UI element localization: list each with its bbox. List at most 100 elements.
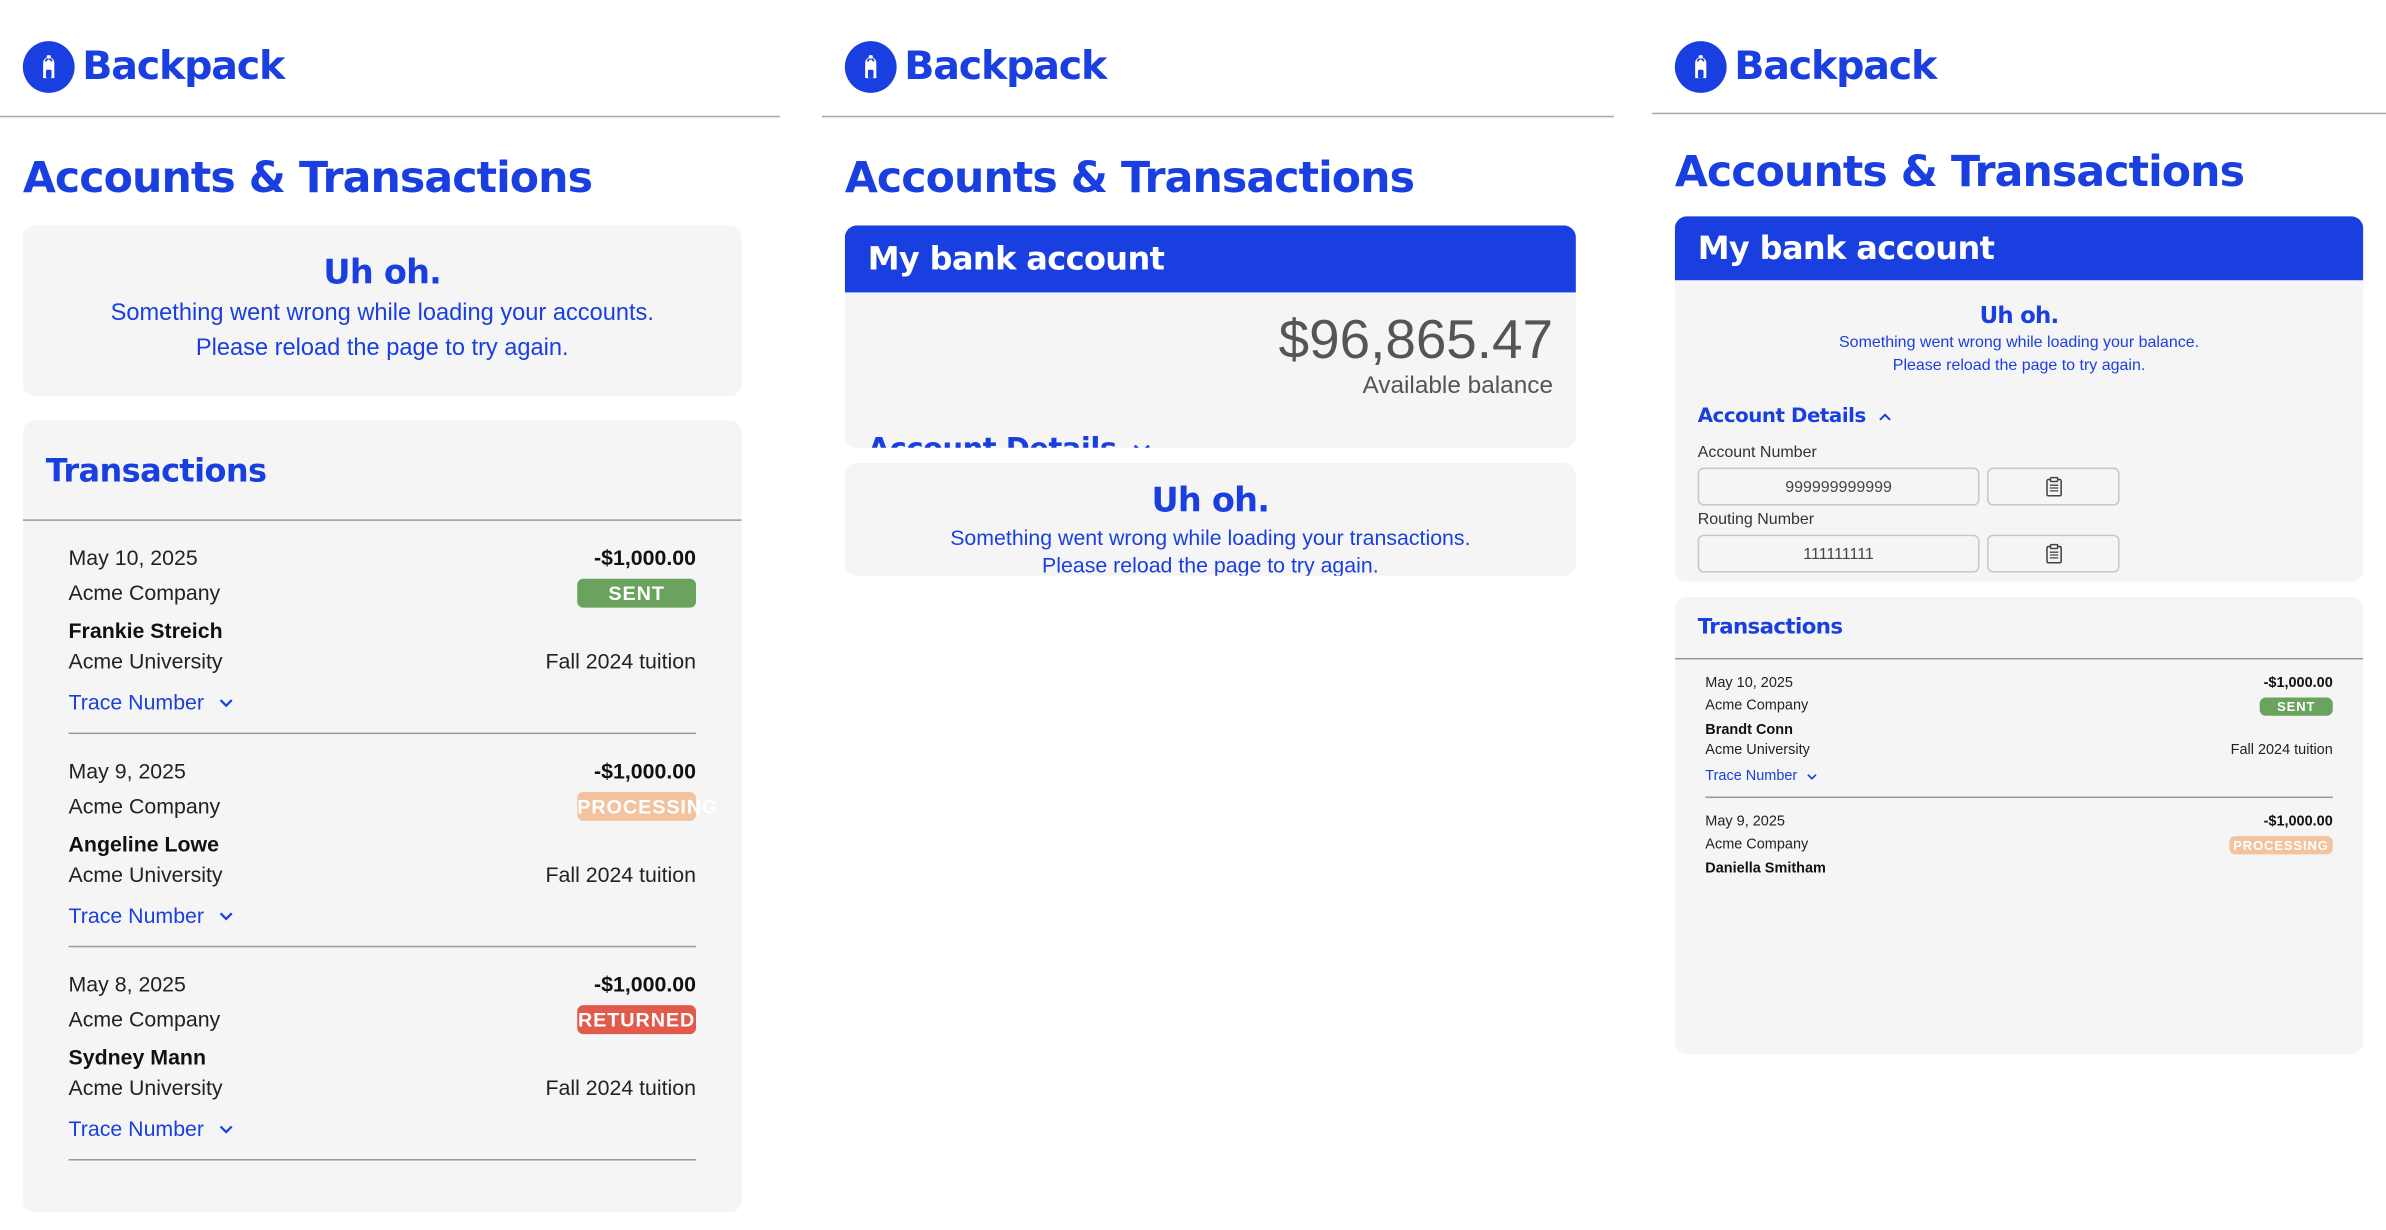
transactions-error-card: Uh oh. Something went wrong while loadin… — [844, 462, 1576, 576]
trace-number-label: Trace Number — [68, 903, 205, 928]
brand-logo[interactable]: Backpack — [844, 41, 1107, 93]
recipient-school: Acme University — [1705, 741, 1810, 759]
backpack-icon — [844, 41, 897, 93]
account-number-field[interactable]: 999999999999 — [1697, 467, 1980, 506]
clipboard-icon — [2045, 476, 2062, 497]
backpack-icon — [1674, 41, 1727, 93]
brand-logo[interactable]: Backpack — [22, 41, 285, 93]
trace-number-toggle[interactable]: Trace Number — [69, 1113, 696, 1143]
account-number-row: 999999999999 — [1675, 467, 2363, 506]
recipient-name: Brandt Conn — [1705, 721, 1793, 739]
status-badge: SENT — [577, 577, 697, 607]
account-details-label: Account Details — [868, 433, 1117, 448]
transactions-card: Transactions May 10, 2025 -$1,000.00 Acme… — [1674, 597, 2364, 1054]
chevron-down-icon — [219, 1124, 233, 1133]
status-badge: PROCESSING — [577, 791, 717, 821]
transaction-company: Acme Company — [1705, 836, 1809, 853]
panel-balance-error: Backpack Accounts & Transactions My bank… — [1652, 0, 2386, 1230]
trace-number-toggle[interactable]: Trace Number — [1705, 766, 2332, 786]
routing-number-label: Routing Number — [1697, 510, 1815, 529]
recipient-name: Frankie Streich — [68, 618, 223, 643]
panel-accounts-error: Backpack Accounts & Transactions Uh oh. … — [0, 0, 780, 1230]
transaction-date: May 10, 2025 — [68, 545, 198, 570]
transactions-list: May 10, 2025 -$1,000.00 Acme Company SENT … — [1675, 659, 2363, 889]
recipient-name: Daniella Smitham — [1705, 860, 1826, 878]
chevron-down-icon — [1807, 773, 1818, 780]
transaction-row: May 10, 2025 -$1,000.00 Acme Company SENT … — [1705, 659, 2333, 799]
transaction-company: Acme Company — [1705, 697, 1809, 715]
chevron-down-icon — [1134, 444, 1151, 448]
app-header: Backpack — [822, 0, 1614, 118]
transaction-row: May 10, 2025 -$1,000.00 Acme Company SENT … — [68, 521, 697, 735]
copy-account-number-button[interactable] — [1987, 467, 2120, 506]
error-title: Uh oh. — [323, 254, 442, 293]
routing-number-row: 111111111 — [1675, 534, 2363, 573]
trace-number-toggle[interactable]: Trace Number — [69, 900, 696, 930]
brand-name: Backpack — [1734, 44, 1937, 90]
transaction-date: May 10, 2025 — [1705, 674, 1793, 692]
transaction-memo: Fall 2024 tuition — [545, 862, 697, 887]
recipient-school: Acme University — [68, 1075, 223, 1100]
balance-block: $96,865.47 Available balance — [845, 292, 1576, 402]
transactions-card: Transactions May 10, 2025 -$1,000.00 Acme… — [22, 420, 742, 1213]
status-badge: SENT — [2259, 696, 2333, 716]
transaction-date: May 9, 2025 — [68, 758, 186, 783]
error-message: Something went wrong while loading your … — [950, 525, 1471, 550]
chevron-up-icon — [1879, 412, 1892, 420]
recipient-name: Sydney Mann — [68, 1044, 206, 1070]
panel-transactions-error: Backpack Accounts & Transactions My bank… — [822, 0, 1614, 1230]
recipient-school: Acme University — [68, 862, 223, 887]
transaction-company: Acme Company — [68, 580, 221, 605]
accounts-error-card: Uh oh. Something went wrong while loadin… — [22, 225, 742, 396]
error-message: Something went wrong while loading your … — [110, 300, 654, 326]
trace-number-label: Trace Number — [1705, 767, 1798, 785]
balance-amount: $96,865.47 — [1278, 307, 1554, 371]
transaction-row: May 8, 2025 -$1,000.00 Acme Company RETURN… — [68, 947, 697, 1161]
error-message: Something went wrong while loading your … — [1839, 333, 2200, 352]
transactions-title: Transactions — [1674, 597, 2364, 660]
transaction-memo: Fall 2024 tuition — [545, 648, 697, 674]
error-title: Uh oh. — [1151, 482, 1270, 521]
transaction-amount: -$1,000.00 — [594, 758, 697, 783]
balance-error: Uh oh. Something went wrong while loadin… — [1675, 280, 2363, 377]
error-title: Uh oh. — [1979, 301, 2060, 329]
routing-number-field[interactable]: 111111111 — [1697, 534, 1980, 573]
trace-number-label: Trace Number — [68, 689, 205, 715]
transaction-company: Acme Company — [68, 1006, 221, 1032]
transactions-title: Transactions — [22, 420, 742, 521]
trace-number-toggle[interactable]: Trace Number — [69, 687, 696, 717]
trace-number-label: Trace Number — [68, 1116, 205, 1141]
bank-account-card: My bank account $96,865.47 Available bal… — [844, 225, 1576, 448]
transaction-amount: -$1,000.00 — [594, 971, 697, 997]
error-hint: Please reload the page to try again. — [1892, 356, 2146, 375]
page-title: Accounts & Transactions — [844, 152, 1415, 203]
balance-label: Available balance — [1362, 373, 1554, 400]
transaction-memo: Fall 2024 tuition — [545, 1075, 697, 1100]
error-hint: Please reload the page to try again. — [1042, 552, 1379, 576]
page-title: Accounts & Transactions — [22, 152, 593, 203]
brand-name: Backpack — [82, 44, 285, 90]
app-header: Backpack — [1652, 0, 2386, 115]
transaction-date: May 8, 2025 — [68, 971, 186, 997]
transaction-amount: -$1,000.00 — [2263, 674, 2333, 692]
recipient-school: Acme University — [68, 648, 223, 674]
backpack-icon — [22, 41, 75, 93]
transaction-memo: Fall 2024 tuition — [2230, 741, 2333, 759]
bank-account-card: My bank account Uh oh. Something went wr… — [1674, 216, 2364, 582]
error-hint: Please reload the page to try again. — [195, 335, 569, 361]
bank-account-title: My bank account — [844, 225, 1576, 293]
brand-logo[interactable]: Backpack — [1674, 41, 1937, 93]
bank-account-title: My bank account — [1674, 216, 2364, 281]
transaction-amount: -$1,000.00 — [594, 545, 697, 570]
account-details-toggle[interactable]: Account Details — [1675, 405, 2363, 428]
transactions-list: May 10, 2025 -$1,000.00 Acme Company SENT … — [23, 521, 742, 1161]
status-badge: PROCESSING — [2229, 835, 2333, 854]
transaction-company: Acme Company — [68, 793, 221, 818]
app-header: Backpack — [0, 0, 780, 118]
transaction-date: May 9, 2025 — [1705, 813, 1785, 831]
account-details-label: Account Details — [1697, 405, 1867, 428]
chevron-down-icon — [219, 698, 233, 707]
chevron-down-icon — [219, 911, 233, 920]
account-details-toggle[interactable]: Account Details — [845, 433, 1576, 448]
copy-routing-number-button[interactable] — [1987, 534, 2120, 573]
